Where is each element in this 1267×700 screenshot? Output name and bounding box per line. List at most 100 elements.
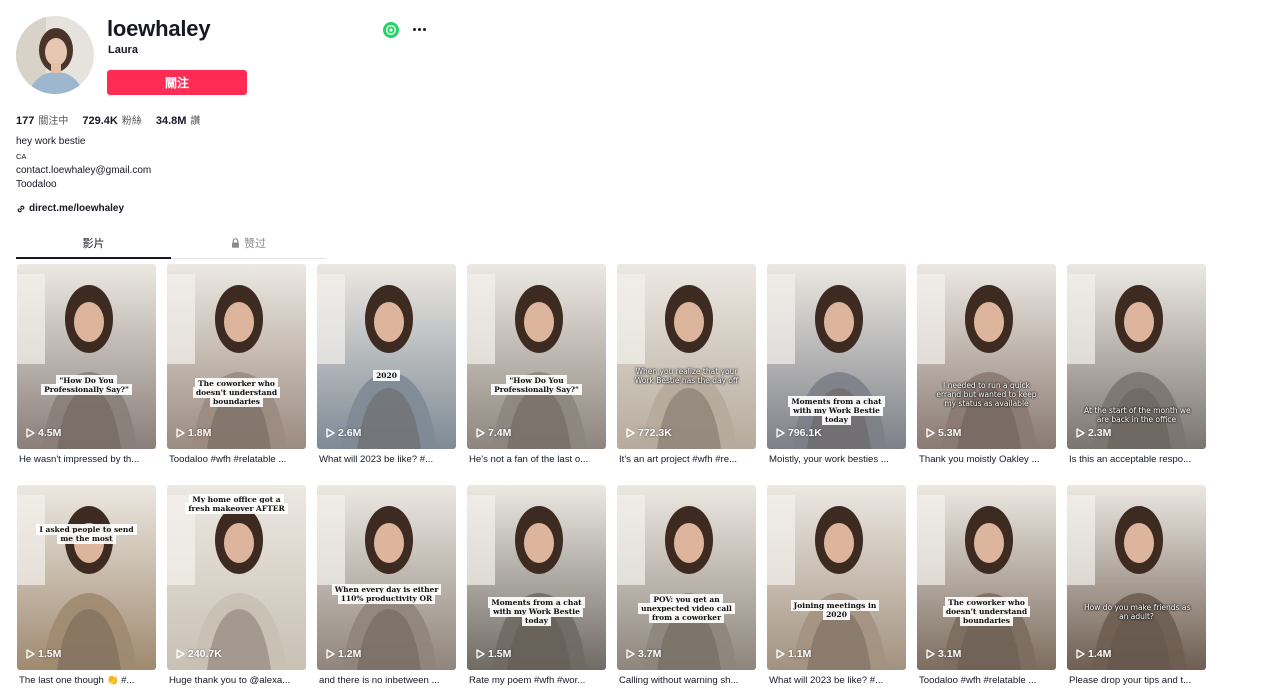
video-thumbnail[interactable]: When you realize that your Work Bestie h… — [617, 264, 756, 449]
profile-stats: 177 關注中 729.4K 粉絲 34.8M 讚 — [16, 112, 200, 127]
video-thumbnail[interactable]: Moments from a chat with my Work Bestie … — [467, 485, 606, 670]
more-dots-icon[interactable] — [410, 20, 428, 38]
video-card[interactable]: How do you make friends as an adult? 1.4M… — [1067, 485, 1206, 686]
video-card[interactable]: POV: you get an unexpected video call fr… — [617, 485, 756, 686]
video-card[interactable]: The coworker who doesn't understand boun… — [167, 264, 306, 465]
thumbnail-image — [317, 264, 456, 449]
video-card[interactable]: Joining meetings in 2020 1.1M What will 20… — [767, 485, 906, 686]
video-overlay-text: When you realize that your Work Bestie h… — [634, 367, 739, 385]
video-thumbnail[interactable]: How do you make friends as an adult? 1.4M — [1067, 485, 1206, 670]
view-count-value: 1.8M — [188, 427, 212, 439]
video-thumbnail[interactable]: POV: you get an unexpected video call fr… — [617, 485, 756, 670]
video-caption[interactable]: Moistly, your work besties ... — [769, 454, 906, 465]
thumbnail-image — [167, 264, 306, 449]
view-count-value: 7.4M — [488, 427, 512, 439]
video-thumbnail[interactable]: "How Do You Professionally Say?" 4.5M — [17, 264, 156, 449]
video-caption[interactable]: Please drop your tips and t... — [1069, 675, 1206, 686]
play-icon — [176, 649, 185, 659]
video-caption[interactable]: Rate my poem #wfh #wor... — [469, 675, 606, 686]
video-caption[interactable]: He wasn't impressed by th... — [19, 454, 156, 465]
video-caption[interactable]: and there is no inbetween ... — [319, 675, 456, 686]
video-caption[interactable]: The last one though 👏 #... — [19, 675, 156, 686]
video-overlay-text: The coworker who doesn't understand boun… — [931, 597, 1042, 626]
video-card[interactable]: 2020 2.6M What will 2023 be like? #... — [317, 264, 456, 465]
video-card[interactable]: Moments from a chat with my Work Bestie … — [767, 264, 906, 465]
video-overlay-text: At the start of the month we are back in… — [1084, 406, 1191, 424]
video-overlay-text: Joining meetings in 2020 — [781, 600, 892, 620]
follow-button[interactable]: 關注 — [107, 70, 247, 95]
view-count: 1.8M — [176, 427, 211, 439]
lock-icon — [232, 238, 239, 248]
view-count: 3.1M — [926, 648, 961, 660]
video-caption[interactable]: Toodaloo #wfh #relatable ... — [169, 454, 306, 465]
view-count-value: 1.4M — [1088, 648, 1112, 660]
video-card[interactable]: "How Do You Professionally Say?" 7.4M He's… — [467, 264, 606, 465]
video-caption[interactable]: Thank you moistly Oakley ... — [919, 454, 1056, 465]
video-caption[interactable]: What will 2023 be like? #... — [319, 454, 456, 465]
thumbnail-image — [17, 264, 156, 449]
video-caption[interactable]: He's not a fan of the last o... — [469, 454, 606, 465]
video-thumbnail[interactable]: My home office got a fresh makeover AFTE… — [167, 485, 306, 670]
view-count-value: 1.5M — [38, 648, 62, 660]
thumbnail-image — [317, 485, 456, 670]
profile-link[interactable]: direct.me/loewhaley — [16, 203, 124, 214]
video-card[interactable]: When every day is either 110% productivi… — [317, 485, 456, 686]
video-card[interactable]: The coworker who doesn't understand boun… — [917, 485, 1056, 686]
thumbnail-image — [617, 264, 756, 449]
view-count-value: 1.2M — [338, 648, 362, 660]
profile-header: loewhaley Laura 關注 — [16, 16, 436, 96]
video-caption[interactable]: What will 2023 be like? #... — [769, 675, 906, 686]
video-thumbnail[interactable]: The coworker who doesn't understand boun… — [167, 264, 306, 449]
view-count: 240.7K — [176, 648, 222, 660]
play-icon — [176, 428, 185, 438]
whatsapp-icon[interactable] — [383, 22, 399, 38]
stat-followers[interactable]: 729.4K 粉絲 — [82, 112, 141, 127]
play-icon — [1076, 649, 1085, 659]
video-thumbnail[interactable]: Moments from a chat with my Work Bestie … — [767, 264, 906, 449]
link-icon — [17, 205, 25, 212]
video-thumbnail[interactable]: The coworker who doesn't understand boun… — [917, 485, 1056, 670]
video-thumbnail[interactable]: Joining meetings in 2020 1.1M — [767, 485, 906, 670]
video-overlay-text: POV: you get an unexpected video call fr… — [631, 594, 742, 623]
video-overlay-text: How do you make friends as an adult? — [1084, 603, 1191, 621]
tab-videos[interactable]: 影片 — [16, 232, 171, 259]
video-overlay-text: Moments from a chat with my Work Bestie … — [481, 597, 592, 626]
play-icon — [26, 649, 35, 659]
video-card[interactable]: My home office got a fresh makeover AFTE… — [167, 485, 306, 686]
video-card[interactable]: When you realize that your Work Bestie h… — [617, 264, 756, 465]
stat-following[interactable]: 177 關注中 — [16, 112, 68, 127]
tab-label: 赞过 — [244, 237, 266, 250]
stat-value: 729.4K — [82, 115, 118, 127]
video-card[interactable]: "How Do You Professionally Say?" 4.5M He w… — [17, 264, 156, 465]
video-thumbnail[interactable]: 2020 2.6M — [317, 264, 456, 449]
view-count: 772.3K — [626, 427, 672, 439]
thumbnail-image — [467, 485, 606, 670]
video-overlay-text: Moments from a chat with my Work Bestie … — [781, 396, 892, 425]
video-thumbnail[interactable]: I asked people to send me the most 1.5M — [17, 485, 156, 670]
video-overlay-text: "How Do You Professionally Say?" — [31, 375, 142, 395]
play-icon — [26, 428, 35, 438]
video-thumbnail[interactable]: I needed to run a quick errand but wante… — [917, 264, 1056, 449]
video-card[interactable]: I needed to run a quick errand but wante… — [917, 264, 1056, 465]
video-card[interactable]: I asked people to send me the most 1.5M Th… — [17, 485, 156, 686]
view-count: 2.6M — [326, 427, 361, 439]
play-icon — [776, 649, 785, 659]
view-count: 1.5M — [26, 648, 61, 660]
play-icon — [926, 428, 935, 438]
video-thumbnail[interactable]: At the start of the month we are back in… — [1067, 264, 1206, 449]
video-card[interactable]: At the start of the month we are back in… — [1067, 264, 1206, 465]
bio-line: hey work bestie — [16, 136, 86, 147]
video-caption[interactable]: Is this an acceptable respo... — [1069, 454, 1206, 465]
play-icon — [476, 428, 485, 438]
video-caption[interactable]: Toodaloo #wfh #relatable ... — [919, 675, 1056, 686]
video-caption[interactable]: It's an art project #wfh #re... — [619, 454, 756, 465]
video-thumbnail[interactable]: When every day is either 110% productivi… — [317, 485, 456, 670]
tab-liked[interactable]: 赞过 — [171, 232, 326, 258]
thumbnail-image — [767, 485, 906, 670]
avatar[interactable] — [16, 16, 94, 94]
stat-label: 讚 — [190, 116, 201, 127]
video-caption[interactable]: Calling without warning sh... — [619, 675, 756, 686]
video-caption[interactable]: Huge thank you to @alexa... — [169, 675, 306, 686]
video-thumbnail[interactable]: "How Do You Professionally Say?" 7.4M — [467, 264, 606, 449]
video-card[interactable]: Moments from a chat with my Work Bestie … — [467, 485, 606, 686]
